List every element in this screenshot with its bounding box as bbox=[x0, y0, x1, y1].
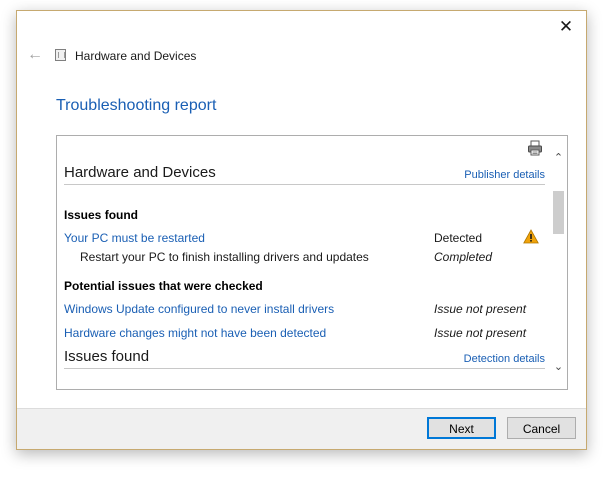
section-header-hardware: Hardware and Devices Publisher details bbox=[64, 160, 545, 185]
issue-status: Detected bbox=[434, 231, 483, 245]
checked-issue-status: Issue not present bbox=[434, 326, 527, 340]
checked-issue-link[interactable]: Windows Update configured to never insta… bbox=[64, 302, 334, 316]
print-icon[interactable] bbox=[527, 140, 543, 156]
page-title: Troubleshooting report bbox=[56, 97, 217, 114]
back-button[interactable]: ← bbox=[27, 47, 43, 63]
wizard-title: Hardware and Devices bbox=[75, 49, 197, 63]
scroll-down-icon[interactable]: ⌄ bbox=[552, 361, 565, 373]
section-title: Issues found bbox=[64, 348, 150, 365]
scroll-track[interactable] bbox=[553, 170, 564, 356]
publisher-details-link[interactable]: Publisher details bbox=[464, 169, 545, 181]
back-arrow-icon: ← bbox=[27, 46, 43, 63]
close-icon: ✕ bbox=[558, 17, 574, 36]
issues-found-label: Issues found bbox=[64, 208, 139, 222]
close-button[interactable]: ✕ bbox=[556, 17, 576, 37]
checked-issues-label: Potential issues that were checked bbox=[64, 279, 263, 293]
detection-details-link[interactable]: Detection details bbox=[464, 353, 545, 365]
issue-link-restart[interactable]: Your PC must be restarted bbox=[64, 231, 205, 245]
vertical-scrollbar[interactable]: ⌃ ⌄ bbox=[550, 136, 567, 389]
section-title: Hardware and Devices bbox=[64, 164, 216, 181]
warning-icon bbox=[523, 229, 539, 244]
next-button[interactable]: Next bbox=[427, 417, 496, 439]
scroll-thumb[interactable] bbox=[553, 191, 564, 234]
cancel-button[interactable]: Cancel bbox=[507, 417, 576, 439]
report-panel: Hardware and Devices Publisher details I… bbox=[56, 135, 568, 390]
checked-issue-link[interactable]: Hardware changes might not have been det… bbox=[64, 326, 326, 340]
resolution-status: Completed bbox=[434, 250, 493, 264]
troubleshooter-dialog: ✕ ← Hardware and Devices Troubleshooting… bbox=[16, 10, 587, 450]
troubleshooter-icon bbox=[55, 49, 66, 61]
button-bar: Next Cancel bbox=[17, 408, 586, 449]
issue-resolution-text: Restart your PC to finish installing dri… bbox=[80, 250, 369, 264]
checked-issue-status: Issue not present bbox=[434, 302, 527, 316]
scroll-up-icon[interactable]: ⌃ bbox=[552, 152, 565, 164]
section-header-issues: Issues found Detection details bbox=[64, 344, 545, 369]
